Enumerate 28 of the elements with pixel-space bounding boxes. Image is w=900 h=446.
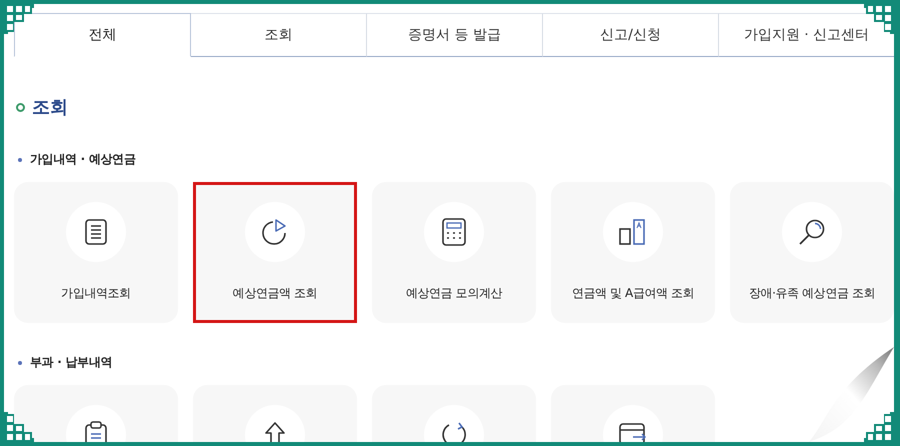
tab[interactable]: 전체 [14, 13, 191, 57]
bullet-icon [18, 158, 22, 162]
tab[interactable]: 증명서 등 발급 [367, 13, 543, 57]
clipboard-icon [85, 421, 107, 442]
document-icon [85, 219, 107, 245]
corner-ornament-icon [864, 412, 894, 442]
bullet-ring-icon [16, 102, 25, 112]
menu-card[interactable]: 연금액 및 A급여액 조회 [551, 182, 715, 323]
upload-arrow-icon [264, 421, 286, 442]
corner-ornament-icon [4, 412, 34, 442]
card-icon [619, 423, 647, 442]
corner-ornament-icon [4, 4, 34, 34]
search-icon [798, 218, 826, 246]
bar-compare-icon [619, 218, 647, 246]
tab[interactable]: 가입지원 · 신고센터 [719, 13, 894, 57]
tab[interactable]: 신고/신청 [543, 13, 719, 57]
calculator-icon [442, 218, 466, 246]
refresh-icon [440, 421, 468, 442]
menu-card[interactable]: 예상연금 모의계산 [372, 182, 536, 323]
menu-card[interactable]: 가입내역조회 [14, 182, 178, 323]
pie-chart-icon [261, 218, 289, 246]
section-heading: 조회 [32, 96, 68, 119]
subsection-title: 가입내역 · 예상연금 [30, 151, 136, 168]
menu-card[interactable]: 예상연금액 조회 [193, 182, 357, 323]
menu-card[interactable]: 장애·유족 예상연금 조회 [730, 182, 894, 323]
bullet-icon [18, 360, 22, 364]
tab[interactable]: 조회 [191, 13, 367, 57]
subsection-title: 부과 · 납부내역 [30, 354, 112, 371]
